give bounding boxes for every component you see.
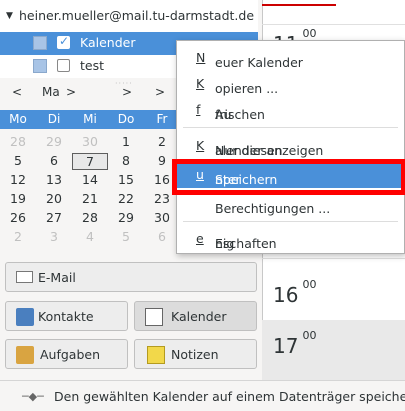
status-text: Den gewählten Kalender auf einem Datentr… [54, 389, 405, 404]
calendar-checkbox[interactable] [57, 59, 70, 72]
email-button-label: E-Mail [38, 270, 76, 285]
contacts-button[interactable]: Kontakte [5, 301, 128, 331]
calendar-item-label: Kalender [80, 35, 136, 50]
minical-day[interactable]: 5 [108, 229, 144, 244]
weekday-label: Di [47, 112, 61, 126]
minical-day[interactable]: 6 [36, 153, 72, 168]
minical-day[interactable]: 1 [108, 134, 144, 149]
context-menu: Neuer Kalender Kopieren ... Au f frischen … [176, 40, 405, 254]
minical-day[interactable]: 22 [108, 191, 144, 206]
weekday-label: Mo [9, 112, 27, 126]
menu-separator [183, 127, 398, 128]
minical-day[interactable]: 5 [0, 153, 36, 168]
minical-day[interactable]: 21 [72, 191, 108, 206]
weekday-label: Fr [156, 112, 168, 126]
calendar-button-label: Kalender [171, 309, 227, 324]
hour-label: 16 00 [273, 278, 317, 307]
tasks-button[interactable]: Aufgaben [5, 339, 128, 369]
menu-item-refresh[interactable]: Au f frischen [177, 97, 404, 123]
weekday-label: Mi [83, 112, 97, 126]
minical-day[interactable]: 3 [36, 229, 72, 244]
hour-divider [262, 24, 405, 25]
calendar-button[interactable]: Kalender [134, 301, 257, 331]
calendar-icon [145, 308, 163, 326]
status-bar: ─◆─ Den gewählten Kalender auf einem Dat… [0, 380, 405, 411]
email-button[interactable]: E-Mail [5, 262, 257, 292]
menu-separator [183, 221, 398, 222]
minical-day[interactable]: 12 [0, 172, 36, 187]
minical-day[interactable]: 27 [36, 210, 72, 225]
notes-icon [147, 346, 165, 364]
minical-day[interactable]: 6 [144, 229, 180, 244]
contacts-icon [16, 308, 34, 326]
calendar-color-swatch [33, 36, 47, 50]
minical-day[interactable]: 26 [0, 210, 36, 225]
highlight-annotation [172, 159, 405, 195]
time-indicator [262, 4, 336, 6]
menu-item-new-calendar[interactable]: Neuer Kalender [177, 45, 404, 71]
minical-day[interactable]: 2 [144, 134, 180, 149]
minical-day[interactable]: 4 [72, 229, 108, 244]
minical-day[interactable]: 2 [0, 229, 36, 244]
calendar-item-label: test [80, 58, 105, 73]
connection-icon: ─◆─ [22, 390, 44, 403]
prev-year-button[interactable]: > [122, 85, 132, 105]
minical-day[interactable]: 7 [72, 153, 108, 170]
minical-day[interactable]: 29 [108, 210, 144, 225]
tasks-icon [16, 346, 34, 364]
account-email: heiner.mueller@mail.tu-darmstadt.de [19, 8, 255, 23]
next-year-button[interactable]: > [155, 85, 165, 105]
minical-day[interactable]: 29 [36, 134, 72, 149]
contacts-button-label: Kontakte [38, 309, 94, 324]
tasks-button-label: Aufgaben [40, 347, 101, 362]
notes-button[interactable]: Notizen [134, 339, 257, 369]
mail-icon [16, 271, 33, 283]
hour-label: 17 00 [273, 329, 317, 358]
notes-button-label: Notizen [171, 347, 219, 362]
menu-item-properties[interactable]: Eig e nschaften [177, 226, 404, 252]
minical-day[interactable]: 13 [36, 172, 72, 187]
minical-day[interactable]: 19 [0, 191, 36, 206]
menu-item-copy[interactable]: Kopieren ... [177, 71, 404, 97]
calendar-checkbox[interactable] [57, 34, 70, 49]
minical-day[interactable]: 20 [36, 191, 72, 206]
prev-month-button[interactable]: < [12, 85, 22, 105]
minical-day[interactable]: 15 [108, 172, 144, 187]
calendar-color-swatch [33, 59, 47, 73]
weekday-label: Do [117, 112, 135, 126]
minical-day[interactable]: 14 [72, 172, 108, 187]
next-month-button[interactable]: > [66, 85, 76, 105]
menu-item-show-only-this[interactable]: Nur diesen Kalender anzeigen [177, 133, 404, 159]
minical-day[interactable]: 28 [0, 134, 36, 149]
minical-day[interactable]: 30 [144, 210, 180, 225]
minical-day[interactable]: 30 [72, 134, 108, 149]
minical-day[interactable]: 8 [108, 153, 144, 168]
minical-day[interactable]: 28 [72, 210, 108, 225]
account-row[interactable]: ▼ heiner.mueller@mail.tu-darmstadt.de [0, 0, 258, 32]
expander-down-icon[interactable]: ▼ [6, 11, 13, 21]
hour-divider [262, 258, 405, 259]
month-label: Ma [42, 85, 60, 99]
